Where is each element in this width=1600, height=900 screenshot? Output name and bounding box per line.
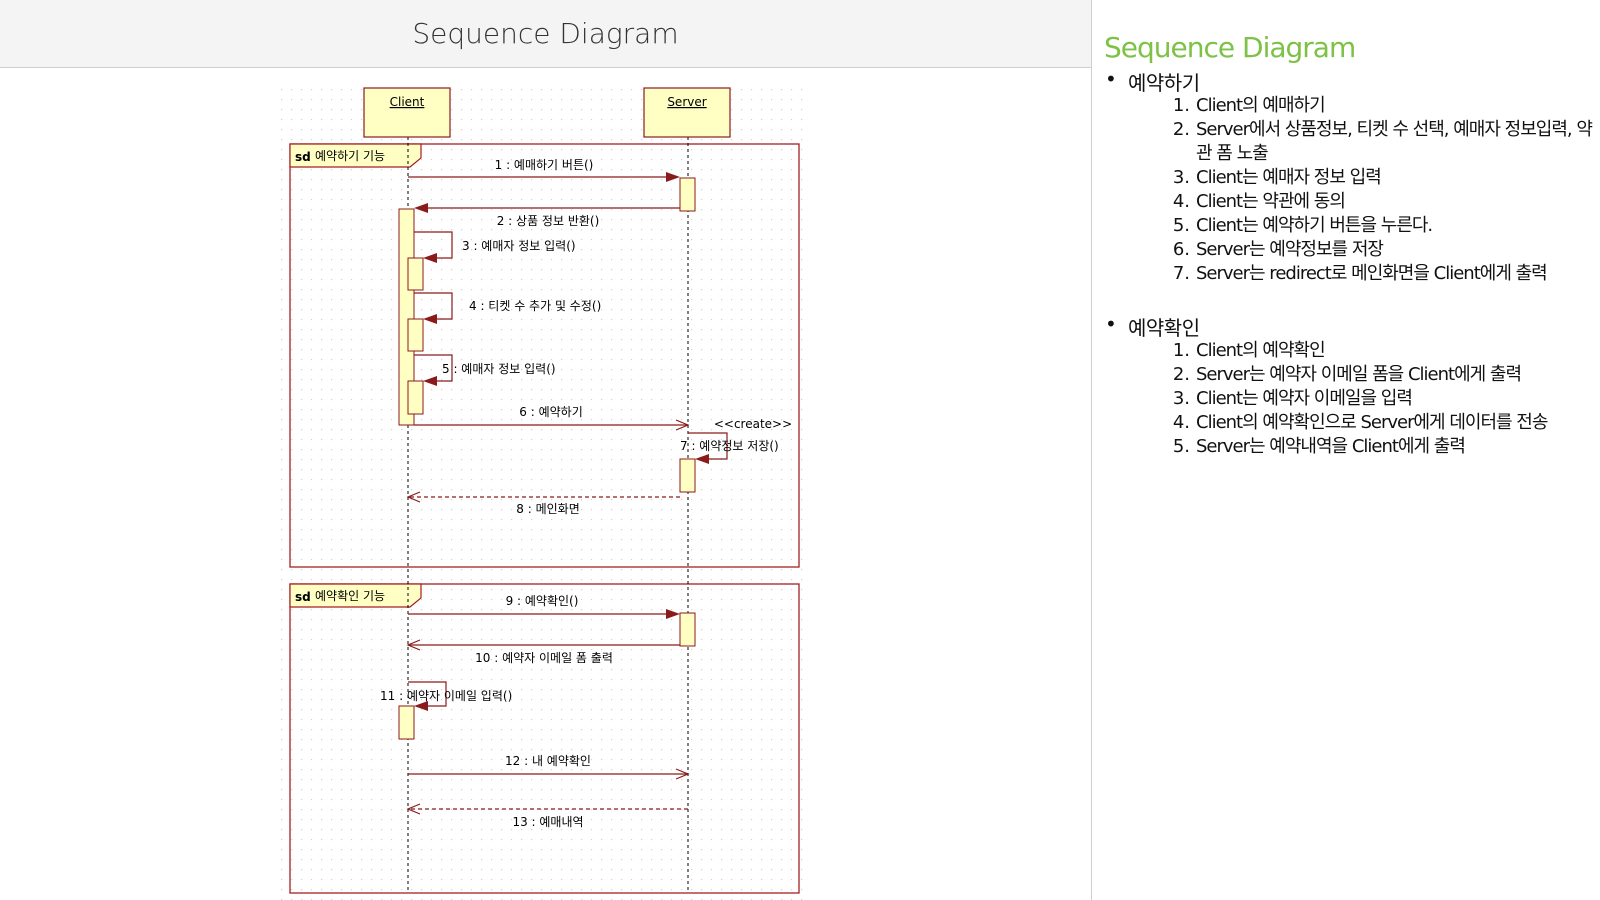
- message-6-label: 6 : 예약하기: [519, 404, 582, 419]
- step-number: 2.: [1172, 119, 1190, 140]
- message-3-label: 3 : 예매자 정보 입력(): [462, 239, 576, 253]
- message-13-label: 13 : 예매내역: [512, 815, 583, 829]
- sequence-diagram: sd 예약하기 기능 sd 예약확인 기능 Client Server 1 : …: [278, 86, 810, 900]
- step-text: Client는 예매자 정보 입력: [1196, 167, 1382, 188]
- step-text: Client의 예매하기: [1196, 95, 1326, 116]
- step-text: Client는 예약하기 버튼을 누른다.: [1196, 215, 1433, 236]
- message-5-label: 5 : 예매자 정보 입력(): [442, 362, 556, 376]
- bullet-icon: •: [1105, 312, 1117, 336]
- step-number: 3.: [1172, 388, 1190, 409]
- step-text: Server는 redirect로 메인화면을 Client에게 출력: [1196, 263, 1548, 284]
- frame-check-keyword: sd: [295, 590, 311, 604]
- step-text: Client의 예약확인으로 Server에게 데이터를 전송: [1196, 412, 1548, 433]
- step-text: Server에서 상품정보, 티켓 수 선택, 예매자 정보입력, 약관 폼 노…: [1196, 119, 1593, 164]
- message-9-label: 9 : 예약확인(): [506, 593, 579, 608]
- message-12-label: 12 : 내 예약확인: [505, 753, 591, 768]
- server-lifeline-label: Server: [667, 95, 706, 109]
- step-number: 5.: [1172, 436, 1190, 457]
- frame-reservation-keyword: sd: [295, 150, 311, 164]
- step-number: 4.: [1172, 412, 1190, 433]
- frame-check-label: 예약확인 기능: [315, 588, 385, 603]
- message-11-label: 11 : 예약자 이메일 입력(): [380, 688, 512, 703]
- create-stereotype: <<create>>: [714, 417, 792, 431]
- message-7-label: 7 : 예약정보 저장(): [680, 438, 779, 453]
- step-text: Client의 예약확인: [1196, 340, 1326, 361]
- client-activation: [407, 257, 424, 291]
- server-activation: [679, 177, 696, 212]
- step-text: Server는 예약정보를 저장: [1196, 239, 1384, 260]
- step-text: Server는 예약자 이메일 폼을 Client에게 출력: [1196, 364, 1522, 385]
- message-4-label: 4 : 티켓 수 추가 및 수정(): [469, 299, 601, 313]
- client-activation: [407, 380, 424, 415]
- client-activation: [407, 318, 424, 352]
- section-title-reservation: 예약하기: [1128, 71, 1200, 95]
- step-number: 6.: [1172, 239, 1190, 260]
- client-lifeline-label: Client: [390, 95, 425, 109]
- step-text: Client는 약관에 동의: [1196, 191, 1346, 212]
- message-8-label: 8 : 메인화면: [516, 502, 579, 516]
- frame-reservation-label: 예약하기 기능: [315, 148, 385, 163]
- server-activation: [679, 458, 696, 493]
- server-activation: [679, 612, 696, 647]
- message-10-label: 10 : 예약자 이메일 폼 출력: [475, 650, 613, 665]
- step-number: 5.: [1172, 215, 1190, 236]
- step-number: 7.: [1172, 263, 1190, 284]
- message-2-label: 2 : 상품 정보 반환(): [497, 214, 600, 228]
- client-activation: [398, 705, 415, 740]
- bullet-icon: •: [1105, 67, 1117, 91]
- step-number: 1.: [1172, 340, 1190, 361]
- message-1-label: 1 : 예매하기 버튼(): [495, 158, 594, 172]
- panel-title: Sequence Diagram: [1104, 31, 1356, 64]
- notes-panel: Sequence Diagram • 예약하기 1. Client의 예매하기 …: [1091, 0, 1600, 900]
- step-number: 4.: [1172, 191, 1190, 212]
- step-number: 3.: [1172, 167, 1190, 188]
- step-number: 2.: [1172, 364, 1190, 385]
- section-title-check: 예약확인: [1128, 316, 1200, 340]
- step-text: Server는 예약내역을 Client에게 출력: [1196, 436, 1466, 457]
- step-text: Client는 예약자 이메일을 입력: [1196, 388, 1413, 409]
- step-number: 1.: [1172, 95, 1190, 116]
